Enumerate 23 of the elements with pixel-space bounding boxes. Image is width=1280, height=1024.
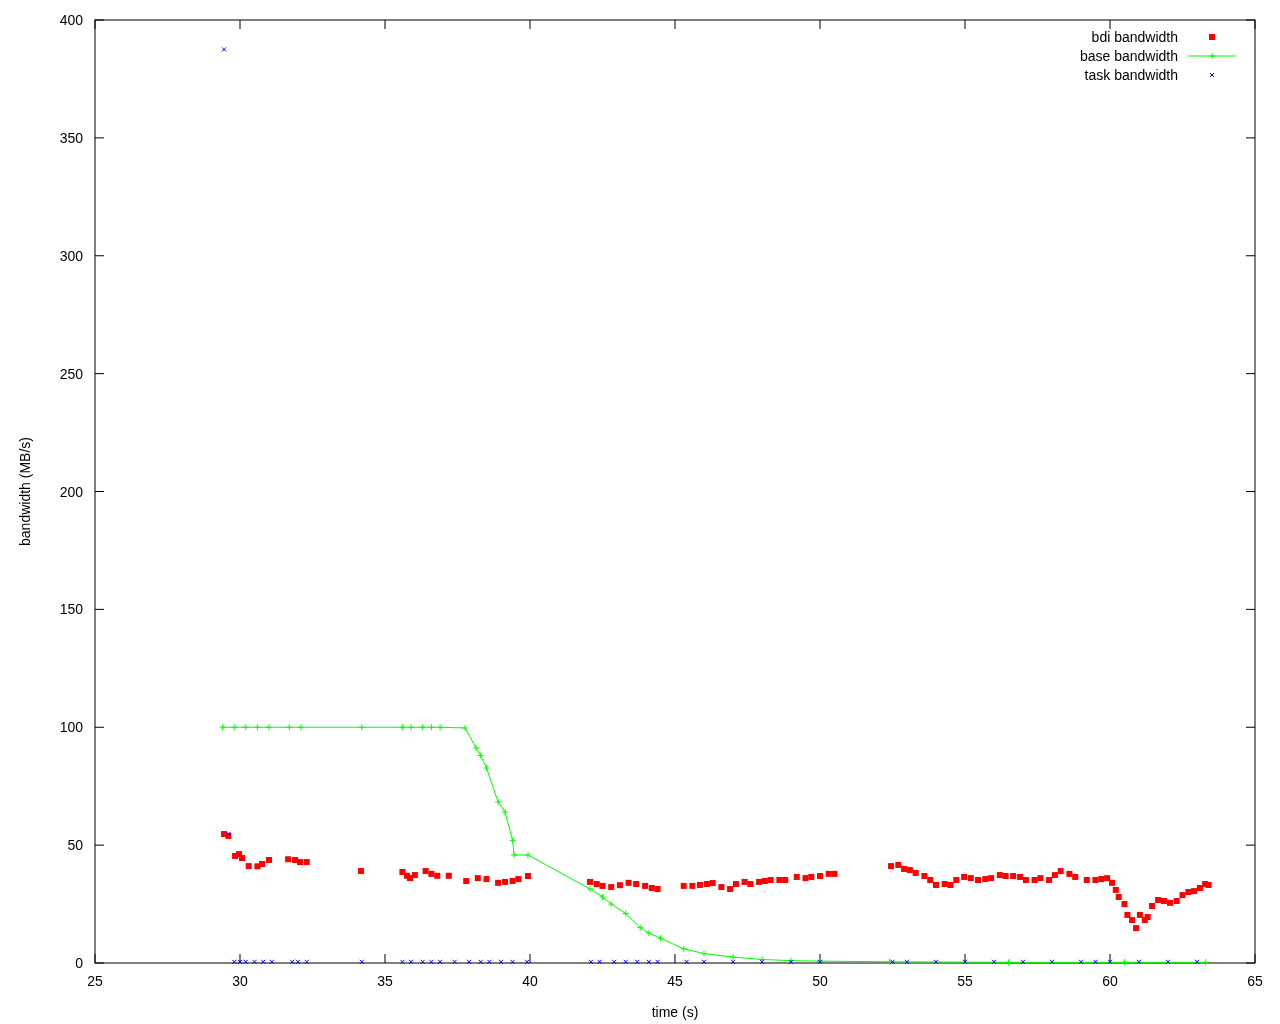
tick-label: 55: [957, 973, 973, 989]
legend-label: bdi bandwidth: [1091, 29, 1178, 45]
tick-label: 200: [59, 483, 83, 500]
legend-label: task bandwidth: [1084, 67, 1178, 83]
tick-label: 300: [59, 247, 83, 264]
tick-label: 150: [59, 601, 83, 618]
tick-label: 60: [1102, 973, 1118, 989]
tick-label: 35: [377, 973, 393, 989]
tick-label: 0: [75, 955, 83, 971]
tick-label: 30: [232, 973, 248, 989]
x-axis-label: time (s): [651, 1004, 699, 1020]
tick-label: 40: [522, 973, 538, 989]
tick-label: 400: [59, 12, 83, 28]
tick-label: 25: [87, 973, 103, 989]
tick-label: 50: [67, 837, 83, 854]
y-axis-label: bandwidth (MB/s): [17, 437, 33, 546]
tick-label: 100: [59, 719, 83, 736]
tick-label: 50: [812, 973, 828, 989]
tick-label: 45: [667, 973, 683, 989]
tick-label: 350: [59, 129, 83, 146]
tick-label: 65: [1247, 973, 1263, 989]
legend-label: base bandwidth: [1079, 48, 1178, 64]
tick-label: 250: [59, 365, 83, 382]
